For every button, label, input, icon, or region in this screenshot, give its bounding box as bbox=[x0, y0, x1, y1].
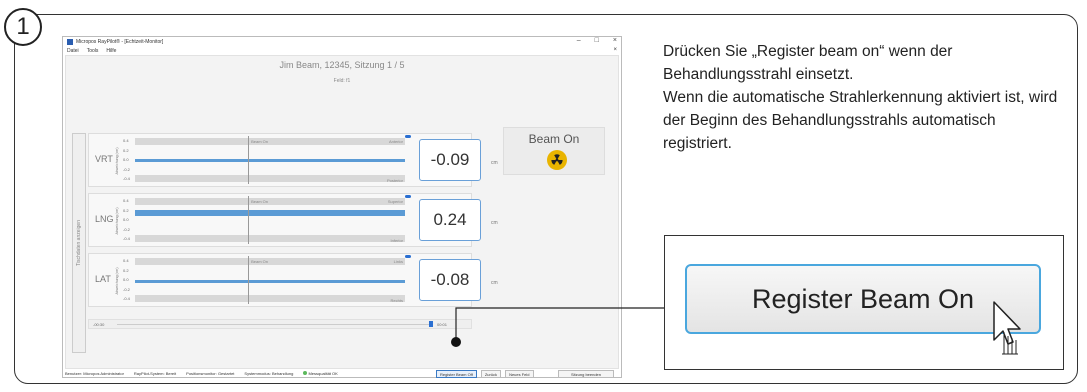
callout-dot bbox=[451, 337, 461, 347]
instruction-text: Drücken Sie „Register beam on“ wenn der … bbox=[663, 40, 1063, 155]
instruction-line-1: Drücken Sie „Register beam on“ wenn der … bbox=[663, 43, 953, 83]
instruction-line-2: Wenn die automatische Strahlerkennung ak… bbox=[663, 89, 1058, 152]
register-beam-on-button[interactable]: Register Beam On bbox=[685, 264, 1041, 334]
mouse-pointer-icon bbox=[993, 301, 1021, 355]
